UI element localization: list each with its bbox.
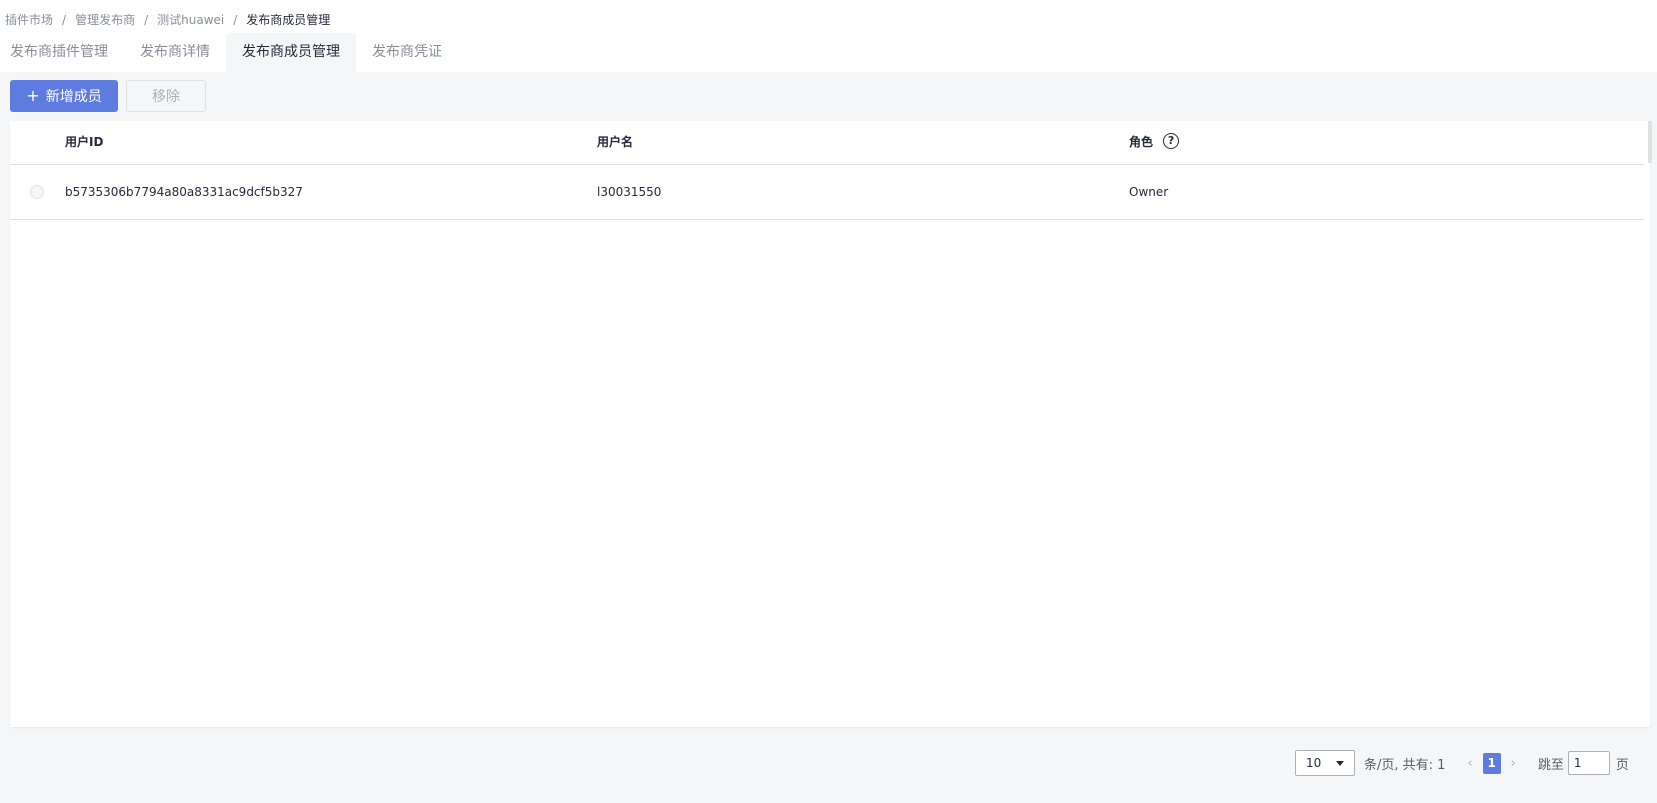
breadcrumb-separator: / bbox=[233, 12, 238, 27]
plus-icon: + bbox=[26, 86, 40, 105]
page-number-current[interactable]: 1 bbox=[1482, 752, 1501, 774]
breadcrumb-item-plugin-market[interactable]: 插件市场 bbox=[5, 11, 53, 28]
member-table-card: 用户ID 用户名 角色? b5735306b7794a80a8331ac9dcf… bbox=[10, 121, 1652, 727]
top-bar: 插件市场 / 管理发布商 / 测试huawei / 发布商成员管理 发布商插件管… bbox=[0, 0, 1657, 72]
breadcrumb: 插件市场 / 管理发布商 / 测试huawei / 发布商成员管理 bbox=[5, 11, 330, 28]
page-size-select[interactable]: 10 bbox=[1295, 750, 1355, 776]
breadcrumb-item-manage-publishers[interactable]: 管理发布商 bbox=[75, 11, 135, 28]
tab-plugin-management[interactable]: 发布商插件管理 bbox=[0, 33, 124, 72]
toolbar: + 新增成员 移除 bbox=[10, 80, 206, 112]
tab-publisher-details[interactable]: 发布商详情 bbox=[124, 33, 226, 72]
jump-to-label: 跳至 bbox=[1537, 757, 1564, 773]
tab-member-management[interactable]: 发布商成员管理 bbox=[226, 33, 356, 72]
column-header-role: 角色? bbox=[1129, 121, 1180, 164]
next-page-icon[interactable]: › bbox=[1511, 756, 1516, 771]
page-unit-label: 页 bbox=[1615, 757, 1629, 773]
column-header-user-id: 用户ID bbox=[65, 135, 104, 149]
cell-username: l30031550 bbox=[597, 185, 662, 199]
breadcrumb-item-publisher[interactable]: 测试huawei bbox=[157, 11, 224, 28]
remove-button[interactable]: 移除 bbox=[126, 80, 206, 112]
table-header: 用户ID 用户名 角色? bbox=[10, 121, 1644, 165]
tab-publisher-credentials[interactable]: 发布商凭证 bbox=[356, 33, 458, 72]
add-member-label: 新增成员 bbox=[45, 89, 102, 105]
jump-to-page-input[interactable] bbox=[1567, 751, 1610, 775]
add-member-button[interactable]: + 新增成员 bbox=[10, 80, 118, 112]
column-header-role-label: 角色 bbox=[1129, 135, 1154, 149]
breadcrumb-item-current: 发布商成员管理 bbox=[246, 13, 331, 27]
row-select-radio[interactable] bbox=[30, 185, 44, 199]
breadcrumb-separator: / bbox=[62, 12, 67, 27]
prev-page-icon[interactable]: ‹ bbox=[1467, 756, 1472, 771]
cell-role: Owner bbox=[1129, 185, 1169, 199]
help-icon[interactable]: ? bbox=[1163, 132, 1180, 149]
table-row[interactable]: b5735306b7794a80a8331ac9dcf5b327 l300315… bbox=[10, 165, 1644, 220]
tab-bar: 发布商插件管理 发布商详情 发布商成员管理 发布商凭证 bbox=[0, 33, 458, 72]
page-size-value: 10 bbox=[1306, 756, 1322, 770]
pagination: 10 条/页, 共有: 1 ‹ 1 › 跳至 页 bbox=[1295, 750, 1629, 776]
scrollbar[interactable] bbox=[1648, 121, 1652, 163]
caret-down-icon bbox=[1336, 760, 1344, 766]
breadcrumb-separator: / bbox=[144, 12, 149, 27]
cell-user-id: b5735306b7794a80a8331ac9dcf5b327 bbox=[65, 185, 303, 199]
pagination-summary: 条/页, 共有: 1 bbox=[1364, 757, 1446, 773]
column-header-username: 用户名 bbox=[597, 135, 634, 149]
